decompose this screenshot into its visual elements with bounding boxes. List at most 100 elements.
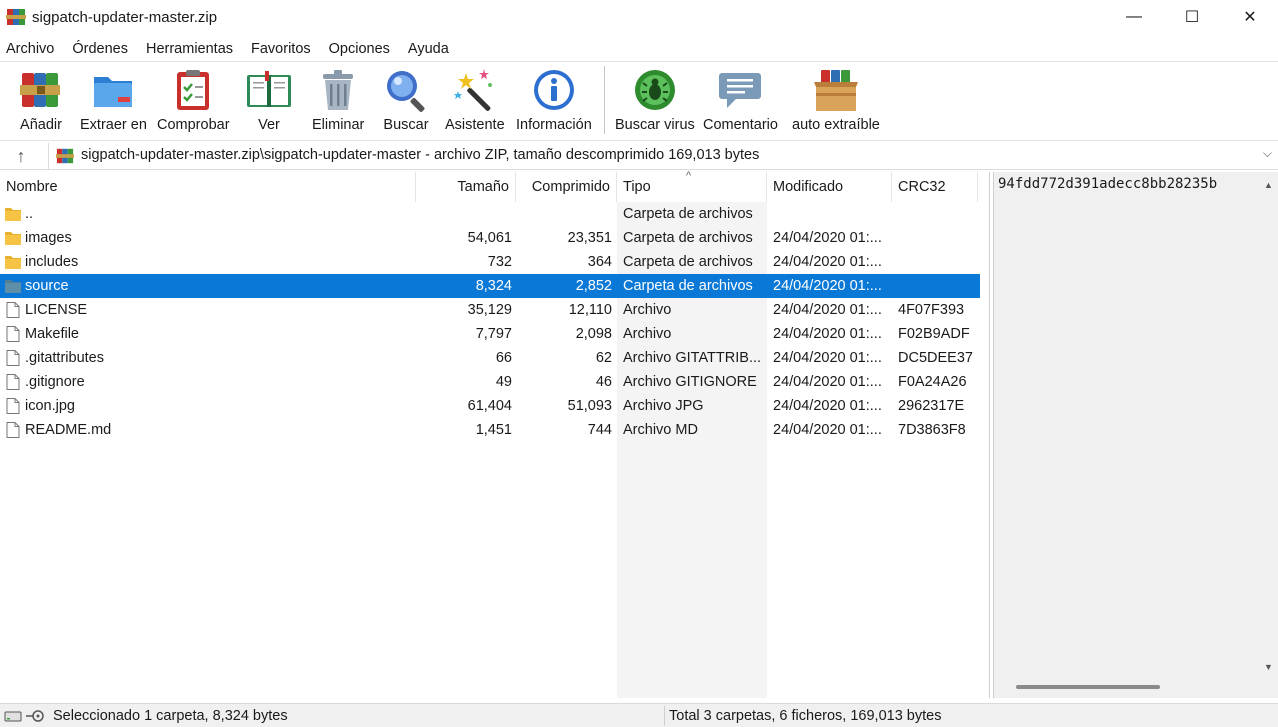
comment-horizontal-scrollbar[interactable] bbox=[1016, 685, 1160, 689]
col-type[interactable]: Tipo bbox=[617, 172, 767, 202]
file-crc bbox=[898, 202, 978, 226]
file-size: 49 bbox=[495, 374, 512, 390]
info-button[interactable]: Información bbox=[516, 67, 592, 133]
file-compressed: 46 bbox=[595, 374, 612, 390]
file-modified: 24/04/2020 01:... bbox=[773, 326, 882, 342]
file-compressed: 2,852 bbox=[575, 278, 612, 294]
file-compressed: 2,098 bbox=[575, 326, 612, 342]
address-field[interactable]: sigpatch-updater-master.zip\sigpatch-upd… bbox=[48, 143, 1276, 169]
menu-ordenes[interactable]: Órdenes bbox=[72, 41, 128, 57]
file-name: images bbox=[25, 230, 72, 246]
winrar-app-icon[interactable] bbox=[6, 7, 26, 27]
folder-icon bbox=[5, 208, 21, 221]
maximize-button[interactable]: ☐ bbox=[1163, 0, 1221, 34]
file-icon bbox=[6, 398, 20, 414]
file-size: 732 bbox=[487, 254, 512, 270]
table-row[interactable]: LICENSE 35,129 12,110 Archivo 24/04/2020… bbox=[0, 298, 980, 322]
col-crc[interactable]: CRC32 bbox=[892, 172, 978, 202]
file-modified: 24/04/2020 01:... bbox=[773, 350, 882, 366]
minimize-button[interactable]: — bbox=[1105, 0, 1163, 34]
window-title: sigpatch-updater-master.zip bbox=[32, 9, 218, 26]
file-icon bbox=[6, 350, 20, 366]
table-row[interactable]: icon.jpg 61,404 51,093 Archivo JPG 24/04… bbox=[0, 394, 980, 418]
folder-icon bbox=[5, 232, 21, 245]
table-row[interactable]: .gitattributes 66 62 Archivo GITATTRIB..… bbox=[0, 346, 980, 370]
table-row[interactable]: Makefile 7,797 2,098 Archivo 24/04/2020 … bbox=[0, 322, 980, 346]
file-name: icon.jpg bbox=[25, 398, 75, 414]
up-folder-button[interactable]: ↑ bbox=[10, 145, 32, 167]
file-compressed: 364 bbox=[587, 254, 612, 270]
menu-ayuda[interactable]: Ayuda bbox=[408, 41, 449, 57]
info-label: Información bbox=[516, 117, 592, 133]
test-label: Comprobar bbox=[157, 117, 230, 133]
view-label: Ver bbox=[258, 117, 280, 133]
file-size: 61,404 bbox=[467, 398, 512, 414]
file-icon bbox=[6, 374, 20, 390]
file-type: Carpeta de archivos bbox=[623, 254, 753, 270]
drive-and-key-icon[interactable] bbox=[4, 708, 46, 724]
col-compressed[interactable]: Comprimido bbox=[516, 172, 617, 202]
file-rows: .. Carpeta de archivos images 54,061 23,… bbox=[0, 200, 980, 440]
file-name: .gitignore bbox=[25, 374, 85, 390]
file-compressed bbox=[516, 202, 612, 226]
archive-icon bbox=[56, 148, 74, 164]
add-button[interactable]: Añadir bbox=[18, 67, 64, 133]
close-button[interactable]: ✕ bbox=[1221, 0, 1278, 34]
menu-herramientas[interactable]: Herramientas bbox=[146, 41, 233, 57]
table-row[interactable]: README.md 1,451 744 Archivo MD 24/04/202… bbox=[0, 418, 980, 442]
file-name: includes bbox=[25, 254, 79, 270]
table-row-selected[interactable]: source 8,324 2,852 Carpeta de archivos 2… bbox=[0, 274, 980, 298]
file-compressed: 23,351 bbox=[567, 230, 612, 246]
menu-bar: Archivo Órdenes Herramientas Favoritos O… bbox=[0, 37, 1278, 61]
file-icon bbox=[6, 326, 20, 342]
file-modified: 24/04/2020 01:... bbox=[773, 230, 882, 246]
file-size: 66 bbox=[495, 350, 512, 366]
comment-vertical-scrollbar[interactable]: ▲ ▼ bbox=[1262, 176, 1276, 676]
menu-opciones[interactable]: Opciones bbox=[329, 41, 390, 57]
comment-button[interactable]: Comentario bbox=[703, 67, 778, 133]
file-crc bbox=[898, 274, 978, 298]
table-row[interactable]: .gitignore 49 46 Archivo GITIGNORE 24/04… bbox=[0, 370, 980, 394]
file-size: 54,061 bbox=[467, 230, 512, 246]
test-button[interactable]: Comprobar bbox=[157, 67, 230, 133]
address-dropdown-icon[interactable]: ⌵ bbox=[1263, 146, 1272, 161]
col-size[interactable]: Tamaño bbox=[416, 172, 516, 202]
file-crc: 2962317E bbox=[898, 398, 965, 414]
folder-icon bbox=[5, 256, 21, 269]
comment-pane[interactable]: 94fdd772d391adecc8bb28235b ▲ ▼ bbox=[993, 172, 1278, 698]
scroll-down-icon[interactable]: ▼ bbox=[1264, 662, 1273, 672]
comment-label: Comentario bbox=[703, 117, 778, 133]
file-compressed: 12,110 bbox=[568, 302, 612, 318]
file-type: Archivo MD bbox=[623, 422, 698, 438]
virus-scan-button[interactable]: Buscar virus bbox=[615, 67, 695, 133]
sfx-button[interactable]: auto extraíble bbox=[792, 67, 880, 133]
info-icon bbox=[533, 70, 574, 110]
file-modified: 24/04/2020 01:... bbox=[773, 398, 882, 414]
test-clipboard-icon bbox=[177, 70, 210, 110]
col-modified[interactable]: Modificado bbox=[767, 172, 892, 202]
extract-to-button[interactable]: Extraer en bbox=[80, 67, 147, 133]
col-name[interactable]: Nombre bbox=[0, 172, 416, 202]
wizard-label: Asistente bbox=[445, 117, 505, 133]
find-button[interactable]: Buscar bbox=[383, 67, 429, 133]
wizard-button[interactable]: Asistente bbox=[445, 67, 505, 133]
sort-ascending-icon: ^ bbox=[686, 170, 692, 182]
file-size bbox=[416, 202, 512, 226]
menu-archivo[interactable]: Archivo bbox=[6, 41, 54, 57]
magnifier-icon bbox=[387, 71, 425, 112]
sfx-box-icon bbox=[813, 70, 858, 111]
file-icon bbox=[6, 302, 20, 318]
status-total: Total 3 carpetas, 6 ficheros, 169,013 by… bbox=[669, 708, 942, 724]
table-row[interactable]: .. Carpeta de archivos bbox=[0, 202, 980, 226]
delete-button[interactable]: Eliminar bbox=[312, 67, 364, 133]
scroll-up-icon[interactable]: ▲ bbox=[1264, 180, 1273, 190]
file-size: 1,451 bbox=[475, 422, 512, 438]
file-type: Archivo GITATTRIB... bbox=[623, 350, 762, 366]
file-compressed: 62 bbox=[595, 350, 612, 366]
folder-icon bbox=[5, 280, 21, 293]
table-row[interactable]: includes 732 364 Carpeta de archivos 24/… bbox=[0, 250, 980, 274]
table-row[interactable]: images 54,061 23,351 Carpeta de archivos… bbox=[0, 226, 980, 250]
view-button[interactable]: Ver bbox=[246, 67, 292, 133]
menu-favoritos[interactable]: Favoritos bbox=[251, 41, 311, 57]
file-type: Carpeta de archivos bbox=[623, 230, 753, 246]
